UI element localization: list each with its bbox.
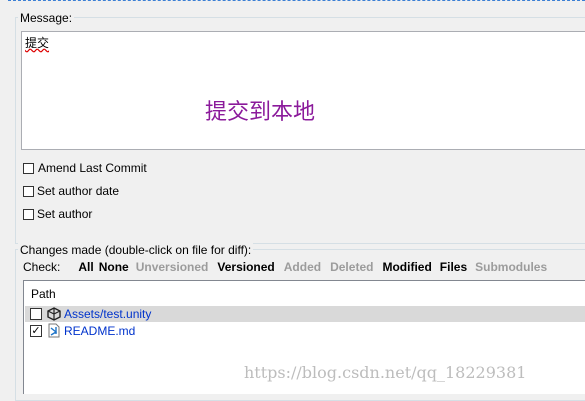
watermark: https://blog.csdn.net/qq_18229381 [244, 363, 527, 382]
check-filter-bar: Check: All None Unversioned Versioned Ad… [23, 260, 547, 274]
filter-unversioned: Unversioned [135, 260, 209, 274]
set-author-date-checkbox[interactable] [23, 185, 34, 197]
check-label: Check: [23, 260, 61, 274]
filter-versioned[interactable]: Versioned [217, 260, 274, 274]
unity-icon [47, 307, 62, 324]
amend-last-commit-label: Amend Last Commit [38, 161, 147, 175]
amend-last-commit-option[interactable]: Amend Last Commit [23, 161, 147, 175]
filter-all[interactable]: All [78, 260, 93, 274]
message-text: 提交 [25, 36, 50, 50]
message-textbox[interactable]: 提交 提交到本地 [21, 31, 585, 150]
message-overlay-annotation: 提交到本地 [205, 100, 316, 125]
file-checkbox[interactable] [30, 308, 42, 320]
set-author-label: Set author [37, 207, 93, 221]
set-author-checkbox[interactable] [23, 208, 34, 220]
filter-none[interactable]: None [99, 260, 129, 274]
dialog-top-border [8, 0, 585, 4]
table-row[interactable]: ✓ README.md [25, 323, 585, 339]
column-header-path[interactable]: Path [31, 287, 56, 301]
set-author-date-label: Set author date [37, 184, 120, 198]
filter-added: Added [283, 260, 322, 274]
vscode-file-icon [48, 323, 60, 341]
filter-files[interactable]: Files [440, 260, 467, 274]
filter-deleted: Deleted [330, 260, 374, 274]
file-path: Assets/test.unity [64, 307, 152, 321]
set-author-option[interactable]: Set author [23, 207, 92, 221]
file-path: README.md [64, 324, 136, 338]
filter-submodules: Submodules [475, 260, 548, 274]
filter-modified[interactable]: Modified [382, 260, 431, 274]
file-checkbox[interactable]: ✓ [30, 325, 42, 337]
table-row[interactable]: Assets/test.unity [25, 306, 585, 322]
set-author-date-option[interactable]: Set author date [23, 184, 119, 198]
changes-group-label: Changes made (double-click on file for d… [18, 243, 254, 257]
message-group-label: Message: [18, 11, 75, 25]
amend-last-commit-checkbox[interactable] [23, 162, 34, 174]
